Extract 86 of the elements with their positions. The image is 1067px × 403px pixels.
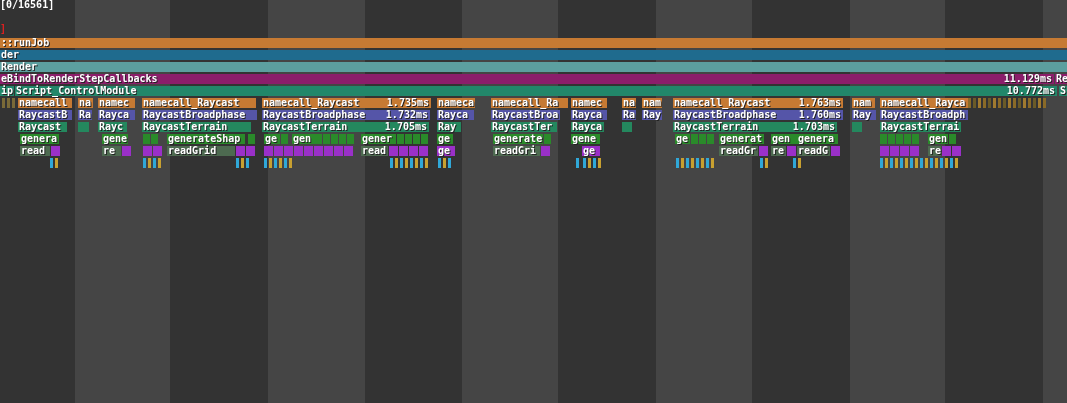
- block-label: RaycastTerrain: [674, 122, 759, 132]
- flame-block[interactable]: re: [928, 146, 941, 156]
- block-label: eBindToRenderStepCallbacks: [1, 74, 158, 84]
- flame-block[interactable]: nam: [852, 98, 875, 108]
- flame-block[interactable]: namec: [571, 98, 607, 108]
- flame-block[interactable]: genera: [797, 134, 838, 144]
- flame-block[interactable]: ge: [582, 146, 600, 156]
- flame-block[interactable]: Rayca: [571, 110, 607, 120]
- flame-block[interactable]: ge: [675, 134, 690, 144]
- block-label: RaycastBroadphase: [263, 110, 366, 120]
- flame-block[interactable]: readGrid: [167, 146, 235, 156]
- flame-block[interactable]: namecall_Raycast: [142, 98, 256, 108]
- marker-bracket: ]: [0, 24, 7, 34]
- flame-block[interactable]: re: [771, 146, 786, 156]
- block-label: Script_ControlModule: [16, 86, 137, 96]
- block-duration: 1.763ms: [798, 98, 841, 108]
- flame-block[interactable]: Raycast: [18, 122, 67, 132]
- block-label: namecall_Raycast: [263, 98, 360, 108]
- flame-block[interactable]: RaycastTer: [491, 122, 557, 132]
- flame-block[interactable]: RaycastBroadphase 1.732ms: [262, 110, 430, 120]
- flame-block[interactable]: RaycastBroa: [491, 110, 560, 120]
- flame-block[interactable]: namec: [98, 98, 135, 108]
- flame-block[interactable]: namecall_Ra: [491, 98, 568, 108]
- flame-block[interactable]: RaycastTerrain 1.705ms: [262, 122, 429, 132]
- flame-block[interactable]: nam: [642, 98, 662, 108]
- block-duration: 11.129ms: [1003, 74, 1052, 84]
- flame-block[interactable]: na: [622, 98, 636, 108]
- flame-block[interactable]: ge: [264, 134, 280, 144]
- flame-block[interactable]: namecall_Raycast 1.763ms: [673, 98, 843, 108]
- flame-block[interactable]: Rayca: [437, 110, 474, 120]
- flame-block[interactable]: Rayc: [98, 122, 127, 132]
- block-duration: 1.703ms: [792, 122, 835, 132]
- flame-block[interactable]: Re: [1055, 74, 1067, 84]
- flame-block[interactable]: eBindToRenderStepCallbacks 11.129ms: [0, 74, 1054, 84]
- flame-block[interactable]: gen: [771, 134, 797, 144]
- flame-block[interactable]: ge: [437, 134, 453, 144]
- flame-block[interactable]: gen: [928, 134, 948, 144]
- flame-block[interactable]: genera: [20, 134, 59, 144]
- flame-block[interactable]: RaycastTerrain 1.703ms: [673, 122, 837, 132]
- flame-block[interactable]: ip: [0, 86, 14, 96]
- flame-block[interactable]: namecall_Rayca: [880, 98, 968, 108]
- flame-block[interactable]: Ray: [852, 110, 876, 120]
- flame-block[interactable]: readGr: [719, 146, 758, 156]
- flame-block[interactable]: readG: [797, 146, 830, 156]
- block-label: RaycastTerrain: [263, 122, 348, 132]
- flame-block[interactable]: generat: [719, 134, 764, 144]
- flame-block[interactable]: read: [361, 146, 388, 156]
- flame-block[interactable]: Ra: [622, 110, 636, 120]
- flame-block[interactable]: gene: [102, 134, 128, 144]
- flame-block[interactable]: Rayca: [98, 110, 135, 120]
- flame-block[interactable]: Ray: [437, 122, 461, 132]
- flame-block[interactable]: namecall: [18, 98, 72, 108]
- flame-block[interactable]: namecall_Raycast 1.735ms: [262, 98, 431, 108]
- block-label: RaycastBroadphase: [674, 110, 777, 120]
- flame-block[interactable]: Script_ControlModule 10.772ms: [15, 86, 1057, 96]
- block-duration: 10.772ms: [1006, 86, 1055, 96]
- flame-block[interactable]: der: [0, 50, 1067, 60]
- flame-block[interactable]: RaycastB: [18, 110, 72, 120]
- flame-block[interactable]: ge: [437, 146, 455, 156]
- flame-block[interactable]: Render: [0, 62, 1067, 72]
- flame-block[interactable]: S: [1059, 86, 1067, 96]
- flame-block[interactable]: na: [78, 98, 93, 108]
- flame-block[interactable]: gen: [292, 134, 322, 144]
- flame-block[interactable]: RaycastBroadphase: [142, 110, 257, 120]
- flame-block[interactable]: re: [102, 146, 121, 156]
- flame-block[interactable]: Ra: [78, 110, 92, 120]
- flame-block[interactable]: readGri: [493, 146, 540, 156]
- block-label: namecall_Raycast: [674, 98, 771, 108]
- flame-block[interactable]: RaycastTerrain: [142, 122, 251, 132]
- flame-block[interactable]: generateShap: [167, 134, 245, 144]
- flame-block[interactable]: RaycastTerrai: [880, 122, 961, 132]
- flame-block[interactable]: nameca: [437, 98, 475, 108]
- flame-block[interactable]: generate: [493, 134, 543, 144]
- frame-counter: [0/16561]: [0, 0, 55, 10]
- flame-block[interactable]: RaycastBroadphase 1.760ms: [673, 110, 843, 120]
- block-duration: 1.732ms: [385, 110, 428, 120]
- flame-block[interactable]: RaycastBroadph: [880, 110, 968, 120]
- flame-block[interactable]: gene: [571, 134, 600, 144]
- flame-block[interactable]: Ray: [642, 110, 662, 120]
- flame-block[interactable]: read: [20, 146, 50, 156]
- flame-block[interactable]: ::runJob: [0, 38, 1067, 48]
- block-duration: 1.735ms: [386, 98, 429, 108]
- block-duration: 1.760ms: [798, 110, 841, 120]
- block-duration: 1.705ms: [384, 122, 427, 132]
- flame-block[interactable]: Rayca: [571, 122, 604, 132]
- flame-block[interactable]: gener: [361, 134, 396, 144]
